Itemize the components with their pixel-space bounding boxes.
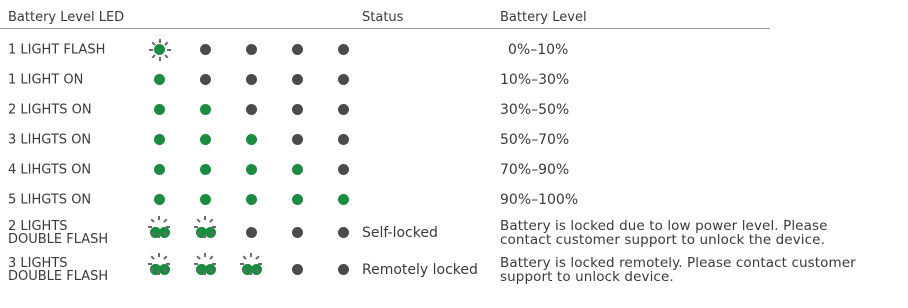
led-off-icon [292,264,303,275]
led-on-icon [154,104,165,115]
led-off-icon [292,134,303,145]
row-label: 3 LIHGTS ON [8,132,92,148]
flash-rays-icon [240,253,262,275]
row-battery-level: 50%–70% [500,132,570,148]
table-row: 1 LIGHT ON 10%–30% [0,65,908,95]
led-off-icon [246,74,257,85]
led-flash-icon [148,38,171,61]
header-status: Status [362,10,404,25]
table-row: 2 LIGHTS DOUBLE FLASH Self-locked Battery i… [0,216,908,248]
led-off-icon [338,44,349,55]
led-off-icon [338,227,349,238]
led-on-icon [292,164,303,175]
table-row: 1 LIGHT FLASH 0%–10% [0,35,908,65]
led-off-icon [200,44,211,55]
led-on-icon [200,134,211,145]
led-on-icon [154,194,165,205]
led-double-flash-icon [148,216,170,238]
row-battery-level: 70%–90% [500,162,570,178]
row-battery-level: Battery is locked due to low power level… [500,219,828,247]
led-off-icon [338,74,349,85]
led-on-icon [200,164,211,175]
flash-rays-icon [194,216,216,238]
led-on-icon [200,104,211,115]
header-rule [0,28,770,29]
row-label-line: DOUBLE FLASH [8,232,109,247]
led-off-icon [246,104,257,115]
row-battery-level: 0%–10% [508,42,569,58]
row-level-line: Battery is locked due to low power level… [500,218,828,234]
led-on-icon [246,134,257,145]
table-row: 4 LIHGTS ON 70%–90% [0,155,908,185]
row-status: Self-locked [362,225,438,241]
led-on-icon [154,134,165,145]
led-off-icon [200,74,211,85]
row-label: 2 LIGHTS DOUBLE FLASH [8,220,108,246]
table-row: 5 LIHGTS ON 90%–100% [0,185,908,215]
header-led: Battery Level LED [8,10,125,25]
header-level: Battery Level [500,10,587,25]
row-battery-level: 30%–50% [500,102,570,118]
row-battery-level: Battery is locked remotely. Please conta… [500,256,856,284]
row-level-line: Battery is locked remotely. Please conta… [500,255,856,271]
led-off-icon [292,74,303,85]
row-label: 4 LIHGTS ON [8,162,92,178]
led-off-icon [292,44,303,55]
row-level-line: support to unlock device. [500,269,674,285]
row-label: 5 LIHGTS ON [8,192,92,208]
flash-rays-icon [194,253,216,275]
row-label-line: DOUBLE FLASH [8,269,109,284]
led-off-icon [338,104,349,115]
row-status: Remotely locked [362,262,478,278]
led-on-icon [292,194,303,205]
flash-rays-icon [148,216,170,238]
led-double-flash-icon [148,253,170,275]
row-label: 2 LIGHTS ON [8,102,92,118]
led-double-flash-icon [194,216,216,238]
row-battery-level: 90%–100% [500,192,579,208]
led-on-icon [154,164,165,175]
led-on-icon [338,194,349,205]
row-battery-level: 10%–30% [500,72,570,88]
led-off-icon [338,264,349,275]
row-label: 1 LIGHT FLASH [8,42,106,58]
led-on-icon [246,164,257,175]
led-off-icon [246,44,257,55]
led-off-icon [338,164,349,175]
led-double-flash-icon [240,253,262,275]
led-on-icon [200,194,211,205]
led-off-icon [292,227,303,238]
table-row: 2 LIGHTS ON 30%–50% [0,95,908,125]
row-level-line: contact customer support to unlock the d… [500,232,825,248]
led-on-icon [154,74,165,85]
led-off-icon [338,134,349,145]
row-label: 3 LIGHTS DOUBLE FLASH [8,257,108,283]
led-off-icon [246,227,257,238]
row-label: 1 LIGHT ON [8,72,84,88]
led-off-icon [292,104,303,115]
led-on-icon [246,194,257,205]
flash-rays-icon [148,253,170,275]
led-double-flash-icon [194,253,216,275]
table-row: 3 LIGHTS DOUBLE FLASH Remotely locked Batte… [0,253,908,285]
table-row: 3 LIHGTS ON 50%–70% [0,125,908,155]
